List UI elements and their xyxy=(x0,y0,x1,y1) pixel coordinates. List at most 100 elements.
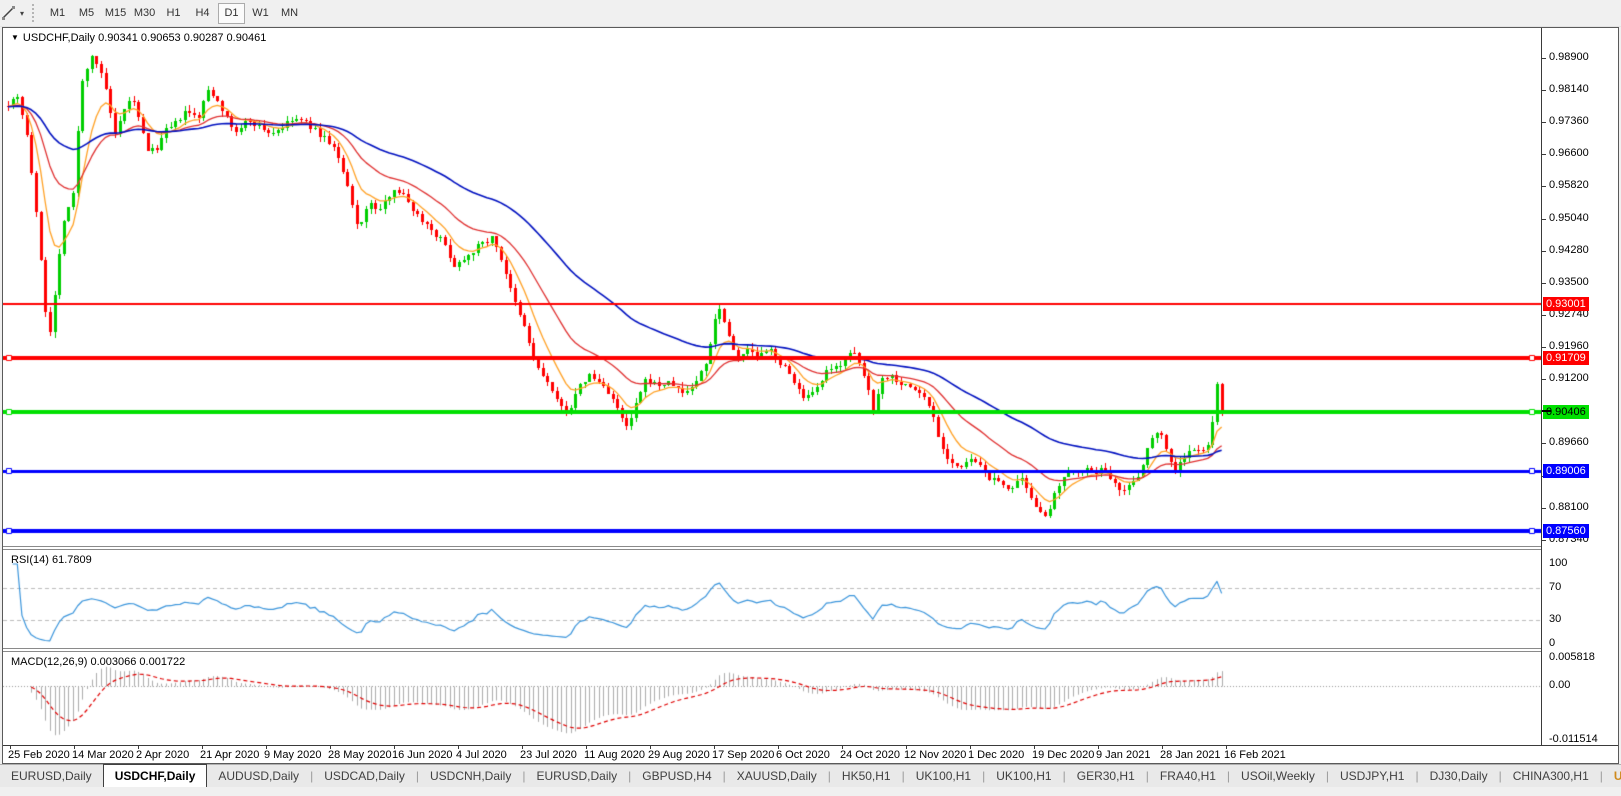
rsi-tick-label: 100 xyxy=(1549,557,1567,569)
date-label: 9 Jan 2021 xyxy=(1096,749,1150,761)
chart-window: ▼ USDCHF,Daily 0.90341 0.90653 0.90287 0.… xyxy=(2,27,1619,764)
panel-splitter[interactable] xyxy=(3,546,1618,550)
date-axis[interactable]: 25 Feb 202014 Mar 20202 Apr 2020 21 Apr 2… xyxy=(3,745,1618,763)
tab-DJ30-Daily[interactable]: DJ30,Daily xyxy=(1419,766,1499,787)
hline-price-badge: 0.90406 xyxy=(1543,405,1589,419)
rsi-indicator-canvas[interactable] xyxy=(3,550,1541,648)
date-label: 28 May 2020 xyxy=(328,749,392,761)
price-tick-label: 0.89660 xyxy=(1549,436,1589,448)
price-tick-dash xyxy=(1542,508,1546,509)
macd-tick-label: 0.00 xyxy=(1549,679,1570,691)
price-tick-dash xyxy=(1542,186,1546,187)
date-label: 14 Mar 2020 xyxy=(72,749,134,761)
price-tick-label: 0.98140 xyxy=(1549,83,1589,95)
timeframe-button-M15[interactable]: M15 xyxy=(102,3,129,24)
price-tick-dash xyxy=(1542,90,1546,91)
timeframe-button-M5[interactable]: M5 xyxy=(73,3,100,24)
hline-price-badge: 0.87560 xyxy=(1543,524,1589,538)
tab-AUDUSD-Daily[interactable]: AUDUSD,Daily xyxy=(207,766,310,787)
price-tick-label: 0.93500 xyxy=(1549,276,1589,288)
tab-XAUUSD-Daily[interactable]: XAUUSD,Daily xyxy=(726,766,828,787)
timeframe-button-M30[interactable]: M30 xyxy=(131,3,158,24)
status-strip xyxy=(0,787,1621,796)
tab-USDCAD-Daily[interactable]: USDCAD,Daily xyxy=(313,766,416,787)
date-label: 28 Jan 2021 xyxy=(1160,749,1221,761)
tab-EURUSD-Daily[interactable]: EURUSD,Daily xyxy=(0,766,103,787)
date-label: 21 Apr 2020 xyxy=(200,749,259,761)
hline-price-badge: 0.91709 xyxy=(1543,351,1589,365)
tab-USOil-Weekly[interactable]: USOil,Weekly xyxy=(1230,766,1326,787)
price-tick-dash xyxy=(1542,122,1546,123)
macd-indicator-canvas[interactable] xyxy=(3,652,1541,745)
price-tick-label: 0.88100 xyxy=(1549,501,1589,513)
price-tick-dash xyxy=(1542,219,1546,220)
tab-EURUSD-Daily[interactable]: EURUSD,Daily xyxy=(525,766,628,787)
tab-HK50-H1[interactable]: HK50,H1 xyxy=(831,766,902,787)
timeframe-buttons: M1M5M15M30H1H4D1W1MN xyxy=(43,3,304,24)
tab-GBPUSD-H4[interactable]: GBPUSD,H4 xyxy=(631,766,722,787)
price-tick-dash xyxy=(1542,540,1546,541)
price-tick-label: 0.95040 xyxy=(1549,212,1589,224)
price-tick-dash xyxy=(1542,315,1546,316)
date-label: 4 Jul 2020 xyxy=(456,749,507,761)
date-label: 24 Oct 2020 xyxy=(840,749,900,761)
macd-tick-label: -0.011514 xyxy=(1549,733,1598,745)
hline-price-badge: 0.93001 xyxy=(1543,297,1589,311)
price-tick-dash xyxy=(1542,251,1546,252)
rsi-panel-label: RSI(14) 61.7809 xyxy=(11,554,92,566)
date-label: 12 Nov 2020 xyxy=(904,749,966,761)
price-tick-dash xyxy=(1542,283,1546,284)
chart-title: ▼ USDCHF,Daily 0.90341 0.90653 0.90287 0.… xyxy=(11,32,266,44)
tab-U[interactable]: U xyxy=(1603,766,1621,787)
hline-price-badge: 0.89006 xyxy=(1543,464,1589,478)
rsi-tick-label: 30 xyxy=(1549,613,1561,625)
tab-UK100-H1[interactable]: UK100,H1 xyxy=(985,766,1062,787)
chart-title-text: USDCHF,Daily 0.90341 0.90653 0.90287 0.9… xyxy=(23,32,266,44)
timeframe-button-MN[interactable]: MN xyxy=(276,3,303,24)
macd-panel-label: MACD(12,26,9) 0.003066 0.001722 xyxy=(11,656,185,668)
tab-UK100-H1[interactable]: UK100,H1 xyxy=(905,766,982,787)
date-label: 17 Sep 2020 xyxy=(712,749,774,761)
tab-USDCNH-Daily[interactable]: USDCNH,Daily xyxy=(419,766,522,787)
timeframe-button-D1[interactable]: D1 xyxy=(218,3,245,24)
price-tick-dash xyxy=(1542,154,1546,155)
price-tick-dash xyxy=(1542,443,1546,444)
macd-tick-label: 0.005818 xyxy=(1549,651,1595,663)
line-style-icon xyxy=(1,5,17,21)
date-label: 2 Apr 2020 xyxy=(136,749,189,761)
timeframe-button-H1[interactable]: H1 xyxy=(160,3,187,24)
price-tick-label: 0.97360 xyxy=(1549,115,1589,127)
tab-USDJPY-H1[interactable]: USDJPY,H1 xyxy=(1329,766,1415,787)
timeframe-button-W1[interactable]: W1 xyxy=(247,3,274,24)
price-tick-label: 0.96600 xyxy=(1549,147,1589,159)
plot-area xyxy=(3,28,1541,763)
cursor-style-tool[interactable]: ▾ xyxy=(0,0,28,27)
tab-FRA40-H1[interactable]: FRA40,H1 xyxy=(1149,766,1227,787)
last-price-tick xyxy=(1542,410,1551,412)
rsi-tick-label: 0 xyxy=(1549,637,1555,649)
date-label: 1 Dec 2020 xyxy=(968,749,1024,761)
date-label: 9 May 2020 xyxy=(264,749,321,761)
date-label: 29 Aug 2020 xyxy=(648,749,710,761)
main-chart-canvas[interactable] xyxy=(3,28,1541,546)
price-tick-label: 0.98900 xyxy=(1549,51,1589,63)
tab-CHINA300-H1[interactable]: CHINA300,H1 xyxy=(1502,766,1600,787)
date-label: 16 Jun 2020 xyxy=(392,749,453,761)
price-axis[interactable]: 0.98900 0.98140 0.97360 0.96600 0.95820 0.950… xyxy=(1542,28,1618,763)
price-tick-label: 0.91200 xyxy=(1549,372,1589,384)
tab-GER30-H1[interactable]: GER30,H1 xyxy=(1066,766,1146,787)
price-tick-label: 0.95820 xyxy=(1549,179,1589,191)
toolbar-grip[interactable] xyxy=(32,4,37,22)
symbol-tab-bar: EURUSD,DailyUSDCHF,DailyAUDUSD,Daily|USD… xyxy=(0,764,1621,787)
timeframe-toolbar: ▾ M1M5M15M30H1H4D1W1MN xyxy=(0,0,1621,27)
timeframe-button-H4[interactable]: H4 xyxy=(189,3,216,24)
date-label: 19 Dec 2020 xyxy=(1032,749,1094,761)
panel-splitter[interactable] xyxy=(3,648,1618,652)
symbol-caret-icon[interactable]: ▼ xyxy=(11,33,19,42)
date-label: 6 Oct 2020 xyxy=(776,749,830,761)
price-tick-dash xyxy=(1542,379,1546,380)
price-tick-dash xyxy=(1542,58,1546,59)
date-label: 25 Feb 2020 xyxy=(8,749,70,761)
tab-USDCHF-Daily[interactable]: USDCHF,Daily xyxy=(103,764,208,787)
timeframe-button-M1[interactable]: M1 xyxy=(44,3,71,24)
